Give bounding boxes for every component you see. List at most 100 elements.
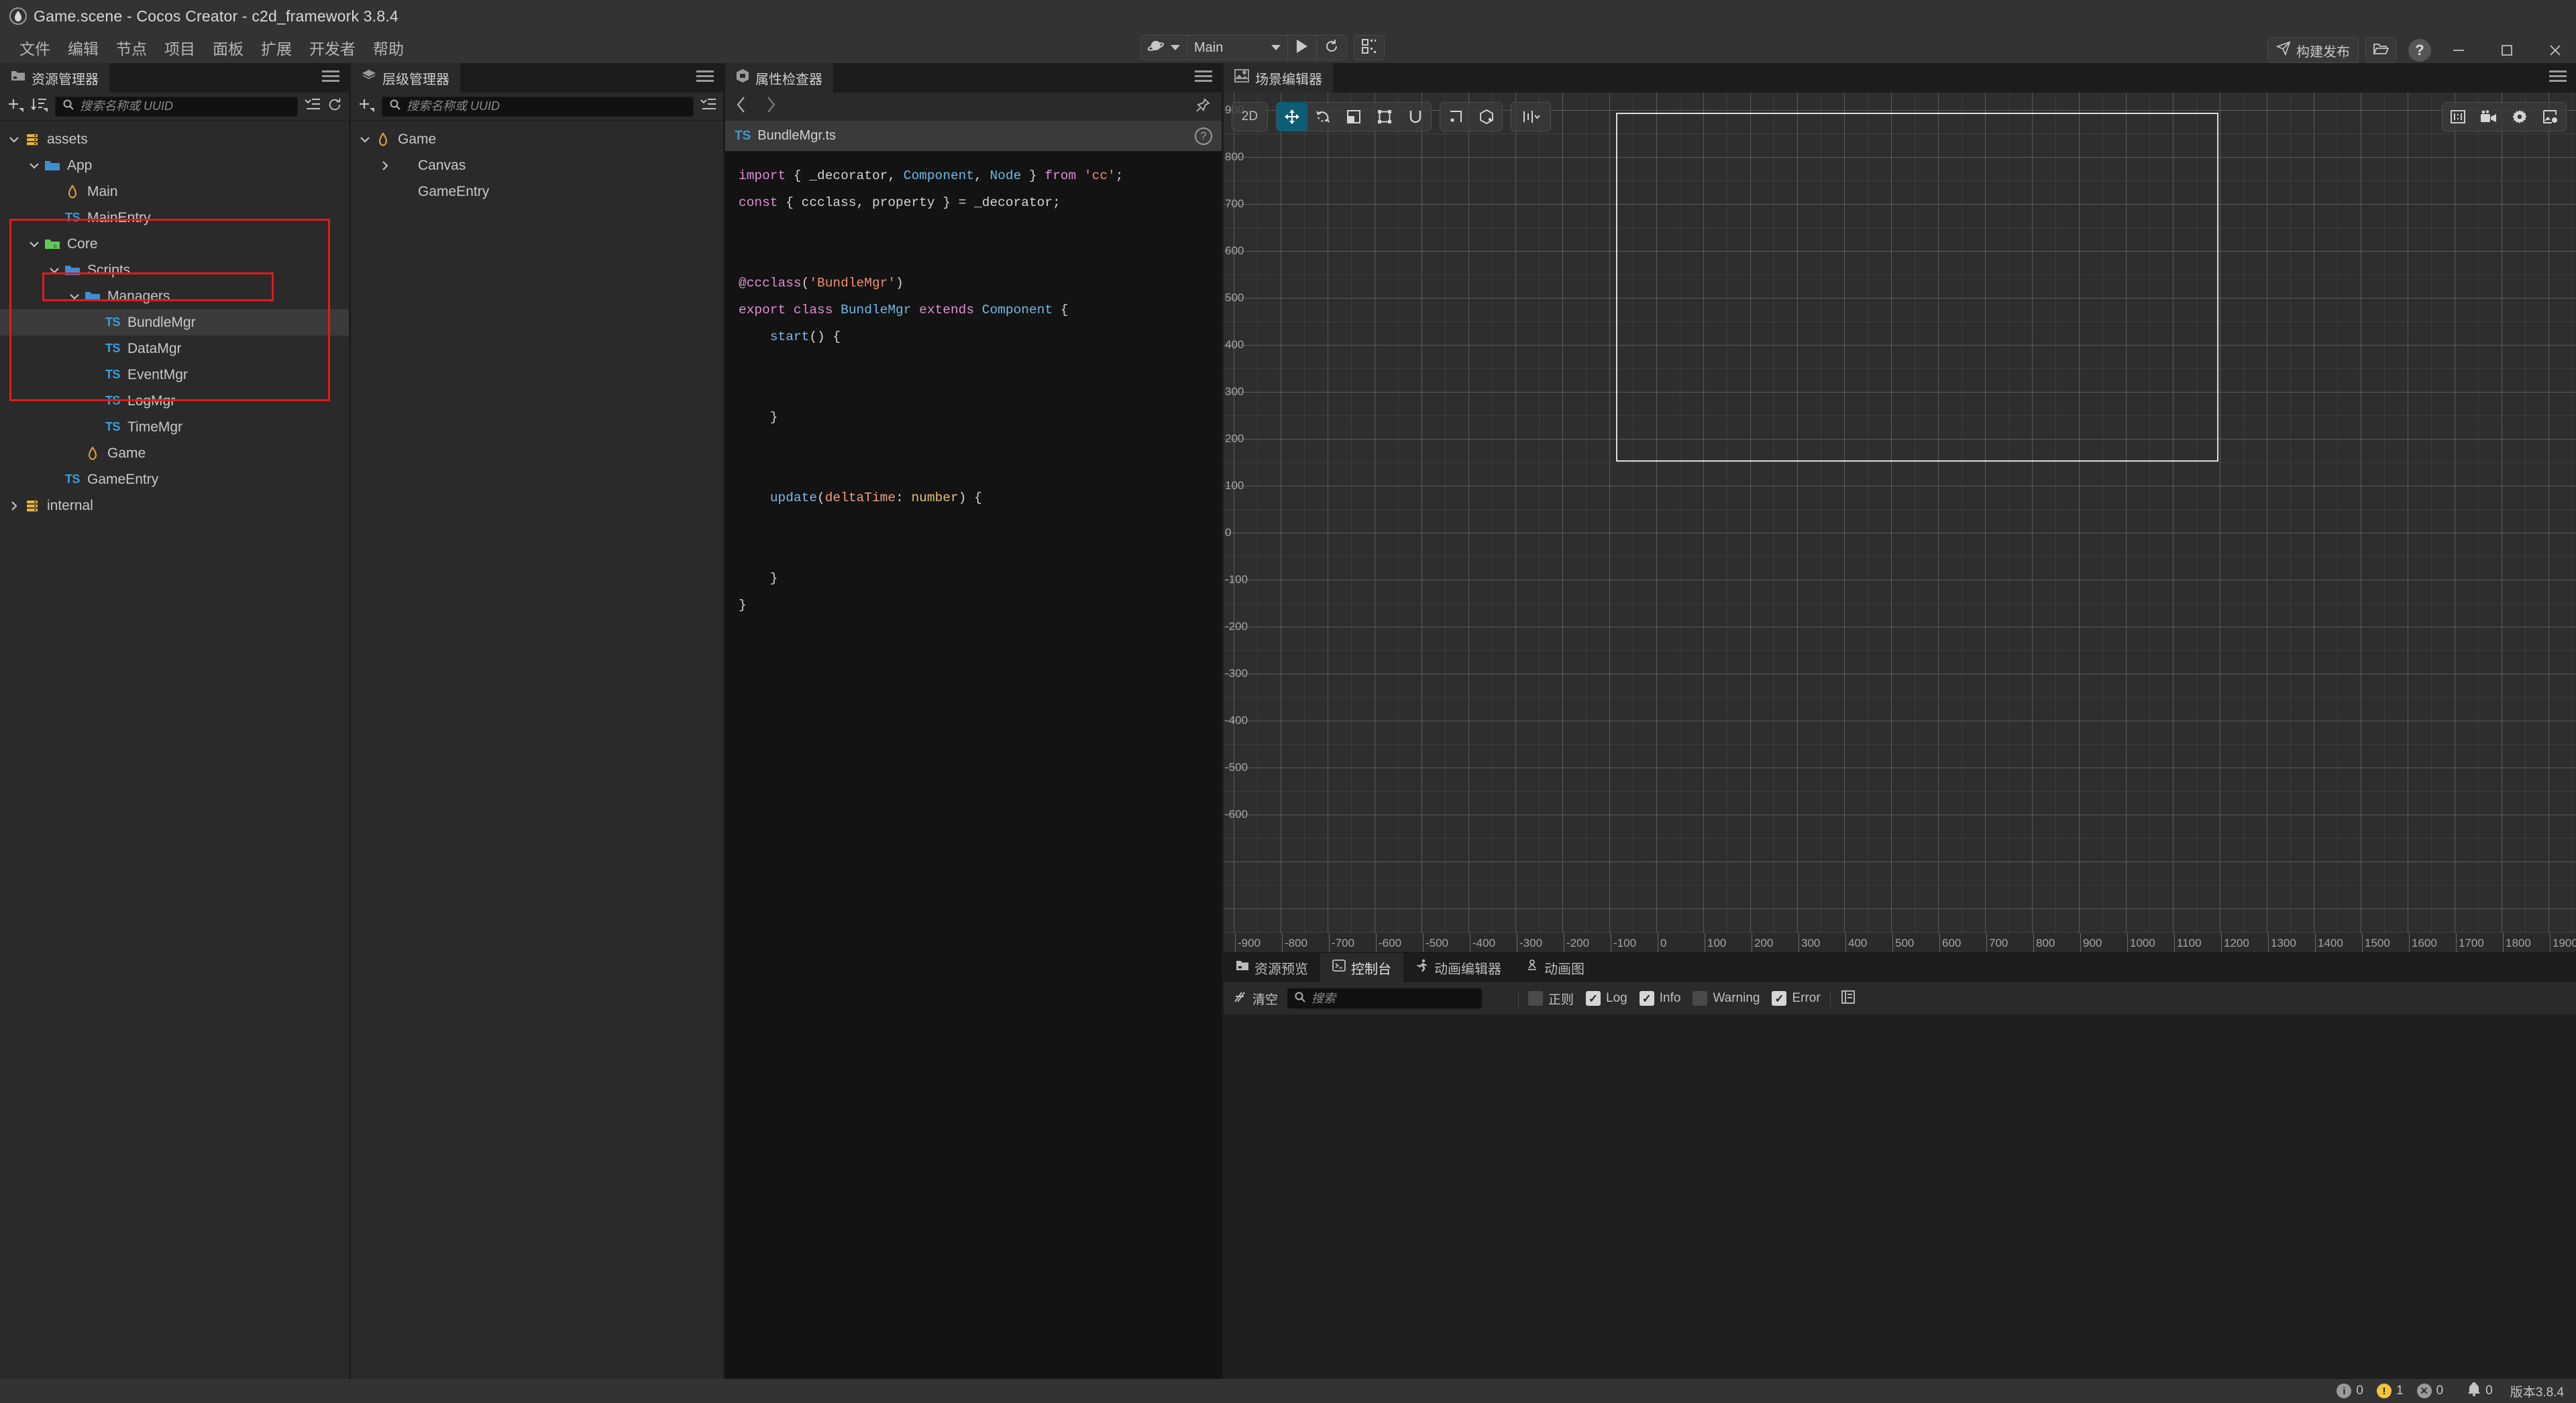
chevron-right-icon[interactable] (5, 500, 23, 512)
add-asset-button[interactable] (7, 97, 24, 116)
assets-tree[interactable]: assets App Main TS MainEntry b Core Scripts Mana… (0, 121, 349, 1379)
tree-item-assets[interactable]: assets (0, 126, 349, 152)
menu-item-edit[interactable]: 编辑 (59, 34, 107, 61)
assets-panel-menu-button[interactable] (322, 70, 339, 82)
inspector-pin-button[interactable] (1195, 97, 1211, 117)
list-view-icon[interactable] (1840, 989, 1856, 1008)
checkbox-icon[interactable] (1586, 991, 1601, 1006)
question-icon[interactable]: ? (1195, 127, 1212, 145)
aspect-ratio-icon[interactable] (2443, 102, 2473, 132)
hierarchy-tree[interactable]: Game Canvas GameEntry (351, 121, 723, 1379)
rect-tool-icon[interactable] (1369, 102, 1400, 132)
toggle-2d-3d-button[interactable]: 2D (1232, 102, 1268, 132)
tree-item-logmgr[interactable]: TS LogMgr (0, 388, 349, 414)
tree-item-mainentry[interactable]: TS MainEntry (0, 205, 349, 231)
tree-item-managers[interactable]: Managers (0, 283, 349, 309)
tab-scene-editor[interactable]: 场景编辑器 (1224, 63, 1333, 93)
qrcode-button[interactable] (1354, 36, 1384, 60)
help-button[interactable]: ? (2408, 39, 2431, 62)
tree-item-gameentry[interactable]: GameEntry (351, 178, 723, 205)
scene-select[interactable]: Main (1187, 36, 1287, 60)
hierarchy-collapse-all-button[interactable] (700, 97, 716, 115)
collapse-all-button[interactable] (305, 97, 321, 115)
status-info[interactable]: i 0 (2337, 1384, 2363, 1398)
chevron-down-icon[interactable] (66, 291, 83, 303)
status-error[interactable]: ✕ 0 (2416, 1384, 2443, 1398)
preview-target-button[interactable] (1141, 36, 1187, 60)
console-search-input[interactable] (1311, 991, 1476, 1006)
camera-icon[interactable] (2473, 102, 2504, 132)
gear-icon[interactable] (2504, 102, 2535, 132)
checkbox-icon[interactable] (1528, 991, 1544, 1006)
chevron-down-icon[interactable] (5, 134, 23, 146)
chevron-right-icon[interactable] (376, 160, 394, 172)
inspector-back-button[interactable] (736, 96, 747, 118)
assets-search[interactable] (55, 96, 298, 117)
console-filter-正则[interactable]: 正则 (1528, 990, 1574, 1008)
add-node-button[interactable] (358, 97, 375, 116)
chevron-down-icon[interactable] (356, 134, 374, 146)
open-folder-button[interactable] (2365, 38, 2396, 63)
build-publish-button[interactable]: 构建发布 (2267, 38, 2359, 63)
sort-assets-button[interactable] (31, 97, 48, 116)
tree-item-game[interactable]: Game (0, 440, 349, 466)
menu-item-file[interactable]: 文件 (11, 34, 59, 61)
tree-item-internal[interactable]: internal (0, 492, 349, 519)
scene-viewport[interactable]: 2D 800 700 600 500 400 300 200 100 0 -10… (1224, 93, 2576, 952)
console-filter-error[interactable]: Error (1772, 991, 1821, 1006)
assets-search-input[interactable] (80, 99, 290, 113)
chevron-down-icon[interactable] (46, 264, 63, 276)
rotate-tool-icon[interactable] (1307, 102, 1338, 132)
checkbox-icon[interactable] (1693, 991, 1708, 1006)
chevron-down-icon[interactable] (25, 238, 43, 250)
tree-item-canvas[interactable]: Canvas (351, 152, 723, 178)
tab-assets[interactable]: 资源管理器 (0, 63, 109, 93)
gizmo-dropdown-icon[interactable] (1511, 102, 1550, 132)
checkbox-icon[interactable] (1639, 991, 1654, 1006)
menu-item-developer[interactable]: 开发者 (301, 34, 364, 61)
menu-item-node[interactable]: 节点 (107, 34, 156, 61)
status-notification[interactable]: 0 (2467, 1382, 2493, 1400)
close-button[interactable] (2534, 35, 2576, 66)
console-filter-log[interactable]: Log (1586, 991, 1627, 1006)
tree-item-scripts[interactable]: Scripts (0, 257, 349, 283)
menu-item-extension[interactable]: 扩展 (252, 34, 301, 61)
tree-item-main[interactable]: Main (0, 178, 349, 205)
chevron-down-icon[interactable] (25, 160, 43, 172)
inspector-panel-menu-button[interactable] (1195, 70, 1212, 82)
tab-inspector[interactable]: 属性检查器 (725, 63, 833, 93)
inspector-forward-button[interactable] (765, 96, 776, 118)
tab-hierarchy[interactable]: 层级管理器 (351, 63, 460, 93)
menu-item-panel[interactable]: 面板 (204, 34, 252, 61)
console-search[interactable] (1287, 988, 1483, 1008)
hierarchy-search-input[interactable] (407, 99, 686, 113)
tree-item-datamgr[interactable]: TS DataMgr (0, 335, 349, 362)
tree-item-timemgr[interactable]: TS TimeMgr (0, 414, 349, 440)
hierarchy-search[interactable] (382, 96, 694, 117)
menu-item-help[interactable]: 帮助 (364, 34, 413, 61)
console-output[interactable] (1224, 1015, 2576, 1379)
tree-item-game[interactable]: Game (351, 126, 723, 152)
bottom-tab-console[interactable]: 控制台 (1320, 953, 1403, 982)
minimize-button[interactable] (2438, 35, 2479, 66)
checkbox-icon[interactable] (1772, 991, 1787, 1006)
play-button[interactable] (1287, 36, 1316, 60)
tree-item-gameentry[interactable]: TS GameEntry (0, 466, 349, 492)
coordinate-icon[interactable] (1471, 102, 1502, 132)
bottom-tab-anim-graph[interactable]: 动画图 (1513, 953, 1597, 982)
tree-item-core[interactable]: b Core (0, 231, 349, 257)
console-clear-button[interactable]: 清空 (1233, 989, 1278, 1008)
console-filter-warning[interactable]: Warning (1693, 991, 1760, 1006)
tree-item-app[interactable]: App (0, 152, 349, 178)
refresh-assets-button[interactable] (327, 97, 342, 115)
refresh-button[interactable] (1316, 36, 1346, 60)
magnet-tool-icon[interactable] (1400, 102, 1431, 132)
image-settings-icon[interactable] (2535, 102, 2566, 132)
hierarchy-panel-menu-button[interactable] (696, 70, 714, 82)
maximize-button[interactable] (2486, 35, 2528, 66)
move-tool-icon[interactable] (1277, 102, 1307, 132)
bottom-tab-anim-edit[interactable]: 动画编辑器 (1403, 953, 1513, 982)
scale-tool-icon[interactable] (1338, 102, 1369, 132)
pivot-icon[interactable] (1440, 102, 1471, 132)
scene-panel-menu-button[interactable] (2549, 70, 2567, 82)
